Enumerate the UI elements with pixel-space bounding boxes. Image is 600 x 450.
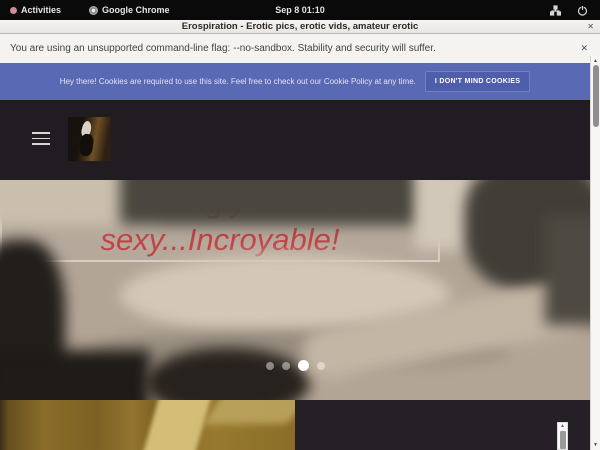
activities-button[interactable]: Activities (10, 5, 61, 15)
nested-scrollbar[interactable]: ▲ (557, 422, 568, 450)
activities-label: Activities (21, 5, 61, 15)
carousel-dot-2[interactable] (282, 362, 290, 370)
nested-scrollbar-up-icon[interactable]: ▲ (558, 423, 567, 430)
window-close-icon[interactable]: ✕ (587, 22, 594, 31)
carousel-dot-1[interactable] (266, 362, 274, 370)
thumbnail-light-shape (140, 400, 212, 450)
cookie-banner: Hey there! Cookies are required to use t… (0, 63, 590, 103)
window-title: Erospiration - Erotic pics, erotic vids,… (182, 21, 419, 32)
hero-carousel-slide: "So amazingly erotic and sexy...Incroyab… (0, 180, 590, 400)
accept-cookies-button[interactable]: I DON'T MIND COOKIES (425, 71, 530, 92)
scrollbar-down-icon[interactable]: ▼ (591, 442, 600, 448)
page-scrollbar[interactable]: ▲ ▼ (590, 56, 600, 450)
content-thumbnail-image[interactable] (0, 400, 295, 450)
hamburger-menu-icon[interactable] (32, 132, 50, 145)
chrome-infobar: You are using an unsupported command-lin… (0, 34, 600, 63)
focused-app-label: Google Chrome (102, 5, 170, 15)
scrollbar-up-icon[interactable]: ▲ (591, 58, 600, 64)
infobar-message: You are using an unsupported command-lin… (10, 43, 436, 54)
cookie-message: Hey there! Cookies are required to use t… (60, 77, 416, 86)
chrome-icon (89, 6, 98, 15)
system-top-bar: Activities Google Chrome Sep 8 01:10 (0, 0, 600, 20)
window-titlebar: Erospiration - Erotic pics, erotic vids,… (0, 20, 600, 34)
thumbnail-light-shape (203, 400, 295, 424)
scrollbar-thumb[interactable] (593, 65, 599, 127)
focused-app-menu[interactable]: Google Chrome (89, 5, 170, 15)
carousel-dot-4[interactable] (317, 362, 325, 370)
carousel-dots (0, 360, 590, 371)
activities-icon (10, 7, 17, 14)
site-logo[interactable] (68, 117, 111, 161)
nested-scrollbar-thumb[interactable] (560, 431, 566, 449)
infobar-close-icon[interactable]: ✕ (580, 43, 588, 54)
logo-image-shape (79, 133, 95, 157)
below-fold-section: ▲ (0, 400, 590, 450)
carousel-dot-3[interactable] (298, 360, 309, 371)
power-icon[interactable] (577, 5, 588, 16)
network-icon[interactable] (550, 5, 561, 16)
